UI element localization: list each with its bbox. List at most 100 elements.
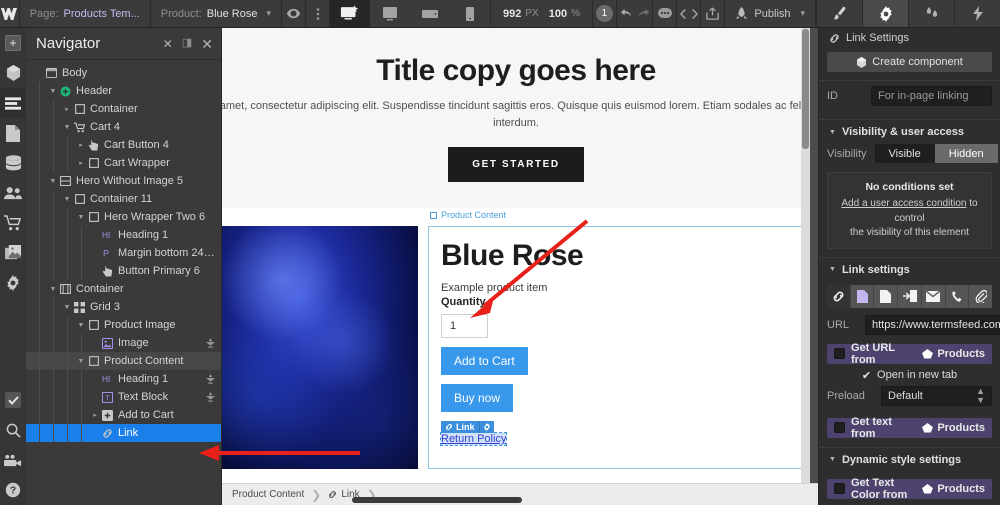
help-button[interactable]: ? (0, 475, 26, 505)
canvas-vertical-scrollbar[interactable] (801, 28, 810, 483)
undo-button[interactable] (617, 0, 635, 27)
navigator-item-heading-1[interactable]: HI Heading 1 (26, 370, 221, 388)
navigator-item-image[interactable]: Image (26, 334, 221, 352)
product-selector[interactable]: Product: Blue Rose ▾ (151, 0, 283, 27)
navigator-item-link[interactable]: Link (26, 424, 221, 442)
pages-button[interactable] (0, 118, 26, 148)
users-button[interactable] (0, 178, 26, 208)
navigator-item-heading-1[interactable]: HI Heading 1 (26, 226, 221, 244)
navigator-button[interactable] (0, 88, 26, 118)
publish-button[interactable]: Publish ▾ (725, 0, 817, 27)
ecommerce-button[interactable] (0, 208, 26, 238)
navigator-tree[interactable]: Body ▼ Header ▸ Container ▼ Cart 4 ▸ Cart Button… (26, 60, 221, 505)
mobile-landscape-viewport[interactable] (410, 0, 450, 27)
disclosure-triangle-icon[interactable]: ▼ (76, 214, 86, 221)
disclosure-triangle-icon[interactable]: ▸ (76, 141, 86, 149)
get-url-from-checkbox[interactable] (834, 348, 845, 360)
visibility-section-header[interactable]: ▼ Visibility & user access (819, 120, 1000, 143)
link-settings-section-header[interactable]: ▼ Link settings (819, 258, 1000, 281)
settings-panel-tab[interactable] (862, 0, 909, 27)
comments-button[interactable] (653, 0, 678, 27)
style-manager-tab[interactable] (908, 0, 954, 27)
interactions-panel-tab[interactable] (954, 0, 1000, 27)
link-type-page[interactable] (850, 284, 875, 308)
visibility-option-visible[interactable]: Visible (874, 144, 935, 163)
get-text-from-cms-toggle[interactable]: Get text from Products (827, 416, 992, 440)
navigator-item-container-11[interactable]: ▼ Container 11 (26, 190, 221, 208)
product-image[interactable] (222, 226, 418, 469)
navigator-item-container[interactable]: ▸ Container (26, 100, 221, 118)
return-policy-link[interactable]: Return Policy (439, 432, 508, 446)
get-text-color-from-cms-toggle[interactable]: Get Text Color from Products (827, 477, 992, 501)
disclosure-triangle-icon[interactable]: ▼ (48, 286, 58, 293)
page-selector[interactable]: Page: Products Tem... (20, 0, 151, 27)
collapse-all-icon[interactable]: ✕ (163, 38, 173, 50)
share-button[interactable] (701, 0, 726, 27)
get-started-button[interactable]: GET STARTED (448, 147, 584, 182)
get-text-from-checkbox[interactable] (834, 422, 845, 434)
navigator-item-button-primary-6[interactable]: Button Primary 6 (26, 262, 221, 280)
disclosure-triangle-icon[interactable]: ▼ (48, 88, 58, 95)
design-canvas[interactable]: Title copy goes here it amet, consectetu… (222, 28, 818, 505)
get-text-from-source[interactable]: Products (922, 422, 985, 434)
disclosure-triangle-icon[interactable]: ▸ (90, 411, 100, 419)
id-input[interactable]: For in-page linking (871, 86, 992, 106)
buy-now-button[interactable]: Buy now (441, 384, 514, 412)
components-button[interactable] (0, 58, 26, 88)
assets-button[interactable] (0, 238, 26, 268)
disclosure-triangle-icon[interactable]: ▼ (76, 358, 86, 365)
link-type-section[interactable] (898, 284, 922, 308)
get-url-from-source[interactable]: Products (922, 348, 985, 360)
add-condition-link[interactable]: Add a user access condition (841, 198, 966, 209)
dynamic-style-section-header[interactable]: ▼ Dynamic style settings (819, 448, 1000, 471)
mobile-portrait-viewport[interactable] (450, 0, 490, 27)
link-type-email[interactable] (921, 284, 946, 308)
navigator-item-margin-bottom-24px-6[interactable]: P Margin bottom 24px 6 (26, 244, 221, 262)
open-in-new-tab-row[interactable]: ✔ Open in new tab (819, 364, 1000, 385)
get-text-color-source[interactable]: Products (922, 483, 985, 495)
hero-section[interactable]: Title copy goes here it amet, consectetu… (222, 28, 810, 208)
preload-select[interactable]: Default ▲ ▼ (881, 385, 992, 406)
audit-button[interactable] (0, 385, 26, 415)
link-type-cms-page[interactable] (874, 284, 899, 308)
settings-button[interactable] (0, 268, 26, 298)
navigator-item-header[interactable]: ▼ Header (26, 82, 221, 100)
navigator-item-product-content[interactable]: ▼ Product Content (26, 352, 221, 370)
redo-button[interactable] (635, 0, 654, 27)
disclosure-triangle-icon[interactable]: ▼ (62, 304, 72, 311)
element-settings-gear-icon[interactable] (478, 421, 494, 433)
navigator-item-body[interactable]: Body (26, 64, 221, 82)
get-text-color-checkbox[interactable] (834, 483, 845, 495)
disclosure-triangle-icon[interactable]: ▼ (48, 178, 58, 185)
create-component-button[interactable]: Create component (827, 52, 992, 72)
webflow-logo[interactable] (0, 0, 20, 27)
link-type-phone[interactable] (945, 284, 970, 308)
navigator-item-grid-3[interactable]: ▼ Grid 3 (26, 298, 221, 316)
close-panel-icon[interactable]: ✕ (201, 37, 213, 51)
add-to-cart-button[interactable]: Add to Cart (441, 347, 528, 375)
checkbox-checked-icon[interactable]: ✔ (862, 369, 871, 382)
cms-button[interactable] (0, 148, 26, 178)
navigator-item-container[interactable]: ▼ Container (26, 280, 221, 298)
link-type-file[interactable] (969, 284, 992, 308)
quantity-input[interactable]: 1 (441, 314, 488, 338)
dock-panel-icon[interactable]: ◨ (182, 38, 192, 49)
disclosure-triangle-icon[interactable]: ▼ (76, 322, 86, 329)
visibility-option-hidden[interactable]: Hidden (934, 144, 998, 163)
canvas-width-zoom[interactable]: 992 PX 100 % (491, 0, 593, 27)
video-tutorials-button[interactable] (0, 445, 26, 475)
disclosure-triangle-icon[interactable]: ▸ (76, 159, 86, 167)
get-url-from-cms-toggle[interactable]: Get URL from Products (827, 342, 992, 366)
disclosure-triangle-icon[interactable]: ▼ (62, 124, 72, 131)
product-content-block[interactable]: Blue Rose Example product item Quantity … (428, 226, 802, 469)
navigator-item-cart-wrapper[interactable]: ▸ Cart Wrapper (26, 154, 221, 172)
url-input[interactable]: https://www.termsfeed.com/ (865, 314, 1000, 335)
add-elements-button[interactable]: + (0, 28, 26, 58)
canvas-horizontal-scrollbar[interactable] (222, 497, 818, 505)
disclosure-triangle-icon[interactable]: ▼ (62, 196, 72, 203)
navigator-item-hero-wrapper-two-6[interactable]: ▼ Hero Wrapper Two 6 (26, 208, 221, 226)
link-type-url[interactable] (827, 284, 851, 308)
desktop-viewport[interactable] (330, 0, 370, 27)
page-preview[interactable]: Title copy goes here it amet, consectetu… (222, 28, 810, 483)
navigator-item-add-to-cart[interactable]: ▸ Add to Cart (26, 406, 221, 424)
